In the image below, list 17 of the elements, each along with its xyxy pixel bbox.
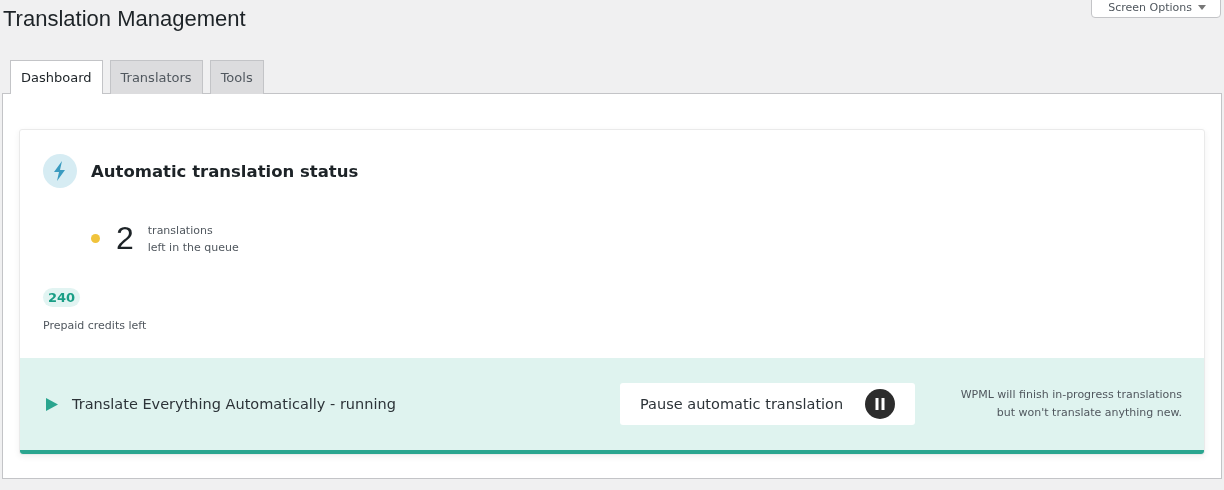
pause-note: WPML will finish in-progress translations but won't translate anything new. <box>959 387 1182 421</box>
pause-button[interactable]: Pause automatic translation <box>620 383 916 425</box>
card-title: Automatic translation status <box>91 161 359 181</box>
queue-label: translations <box>147 222 214 239</box>
pause-icon <box>865 389 896 419</box>
queue-count: 2 <box>116 220 134 257</box>
credits-label: Prepaid credits left <box>43 319 147 332</box>
tab[interactable]: Dashboard <box>10 60 103 94</box>
caret-icon <box>1198 5 1206 10</box>
page-title: Translation Management <box>3 6 246 32</box>
lightning-icon <box>43 154 77 188</box>
tab[interactable]: Translators <box>109 60 203 94</box>
credits-count: 240 <box>43 288 81 307</box>
screen-options-button[interactable]: Screen Options <box>1091 0 1221 18</box>
queue-label: left in the queue <box>147 239 239 256</box>
automatic-status: Translate Everything Automatically - running <box>72 396 396 412</box>
tab[interactable]: Tools <box>209 60 264 94</box>
